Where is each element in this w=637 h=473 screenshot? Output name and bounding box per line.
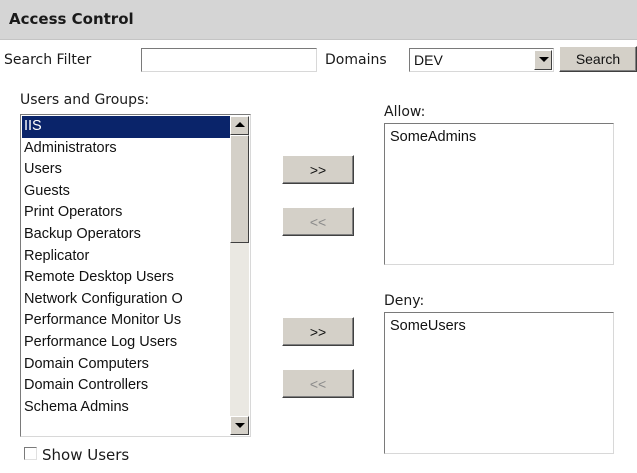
- section-header: Access Control: [0, 0, 637, 40]
- list-item[interactable]: Schema Admins: [22, 397, 231, 419]
- list-item[interactable]: Print Operators: [22, 202, 231, 224]
- list-item[interactable]: Domain Computers: [22, 354, 231, 376]
- remove-from-deny-button[interactable]: <<: [282, 369, 354, 398]
- chevron-down-icon: [235, 423, 245, 428]
- domains-label: Domains: [325, 52, 387, 68]
- page-title: Access Control: [9, 10, 134, 28]
- scroll-up-button[interactable]: [230, 116, 249, 135]
- allow-listbox[interactable]: SomeAdmins: [384, 123, 614, 265]
- chevron-up-icon: [235, 122, 245, 127]
- scroll-thumb[interactable]: [230, 135, 249, 243]
- deny-label: Deny:: [384, 293, 425, 309]
- domains-selected-value: DEV: [414, 52, 443, 68]
- list-item[interactable]: Domain Controllers: [22, 375, 231, 397]
- list-item[interactable]: Remote Desktop Users: [22, 267, 231, 289]
- allow-label: Allow:: [384, 104, 426, 120]
- add-to-deny-button[interactable]: >>: [282, 317, 354, 346]
- add-to-allow-button[interactable]: >>: [282, 155, 354, 184]
- users-groups-listbox[interactable]: IIS Administrators Users Guests Print Op…: [20, 114, 251, 437]
- users-groups-label: Users and Groups:: [20, 92, 150, 108]
- remove-from-allow-button[interactable]: <<: [282, 207, 354, 236]
- list-item[interactable]: Guests: [22, 181, 231, 203]
- deny-listbox[interactable]: SomeUsers: [384, 312, 614, 454]
- search-button[interactable]: Search: [559, 46, 637, 72]
- search-filter-input[interactable]: [141, 48, 317, 72]
- list-item[interactable]: Users: [22, 159, 231, 181]
- list-item[interactable]: Network Configuration O: [22, 289, 231, 311]
- list-item[interactable]: Performance Log Users: [22, 332, 231, 354]
- users-groups-scrollbar[interactable]: [230, 116, 249, 435]
- list-item[interactable]: Replicator: [22, 246, 231, 268]
- list-item[interactable]: Administrators: [22, 138, 231, 160]
- domains-select[interactable]: DEV: [409, 48, 554, 72]
- list-item[interactable]: Performance Monitor Us: [22, 310, 231, 332]
- users-groups-list: IIS Administrators Users Guests Print Op…: [22, 116, 231, 418]
- list-item[interactable]: IIS: [22, 116, 231, 138]
- search-filter-label: Search Filter: [4, 52, 92, 68]
- list-item[interactable]: Backup Operators: [22, 224, 231, 246]
- scroll-down-button[interactable]: [230, 416, 249, 435]
- chevron-down-icon: [539, 57, 549, 62]
- show-users-checkbox[interactable]: [24, 447, 37, 460]
- domains-dropdown-button[interactable]: [534, 50, 552, 70]
- list-item[interactable]: SomeAdmins: [390, 129, 476, 145]
- list-item[interactable]: SomeUsers: [390, 318, 466, 334]
- show-users-label[interactable]: Show Users: [42, 446, 129, 464]
